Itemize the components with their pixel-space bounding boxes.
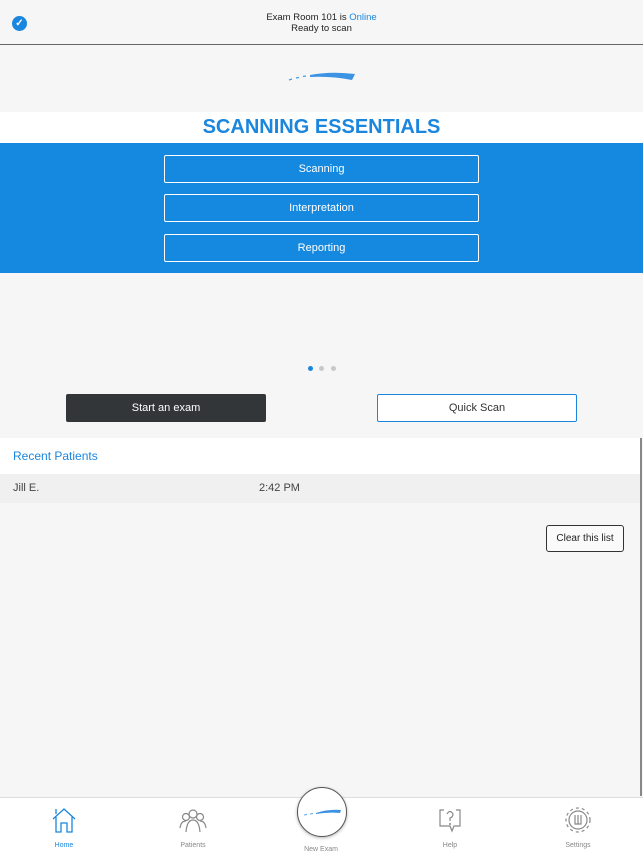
clear-list-button[interactable]: Clear this list (546, 525, 624, 552)
carousel-dot-1[interactable] (308, 366, 313, 371)
status-online: Online (349, 12, 377, 23)
table-row[interactable]: Jill E. 2:42 PM (0, 474, 640, 503)
start-exam-button[interactable]: Start an exam (66, 394, 266, 422)
tab-home[interactable]: Home (24, 806, 104, 849)
status-prefix: Exam Room 101 is (266, 12, 350, 23)
tab-label: Help (442, 842, 458, 849)
probe-wave-icon (303, 809, 341, 816)
tab-label: Home (54, 842, 74, 849)
patients-icon (179, 809, 207, 833)
connection-status: Exam Room 101 is Online Ready to scan (0, 12, 643, 34)
quick-scan-button[interactable]: Quick Scan (377, 394, 577, 422)
tab-label: New Exam (304, 846, 338, 853)
essentials-panel: Scanning Interpretation Reporting (0, 143, 643, 273)
new-exam-button[interactable] (297, 787, 347, 837)
tab-label: Settings (565, 842, 591, 849)
patient-time: 2:42 PM (259, 482, 300, 494)
scanning-button[interactable]: Scanning (164, 155, 479, 183)
recent-patients-heading: Recent Patients (0, 438, 640, 474)
patient-name: Jill E. (13, 482, 40, 494)
probe-wave-logo (288, 72, 355, 81)
essentials-title: SCANNING ESSENTIALS (0, 112, 643, 143)
status-header: ✓ Exam Room 101 is Online Ready to scan (0, 0, 643, 45)
tab-new-exam-label[interactable]: New Exam (281, 846, 361, 853)
tab-patients[interactable]: Patients (153, 806, 233, 849)
interpretation-button[interactable]: Interpretation (164, 194, 479, 222)
reporting-button[interactable]: Reporting (164, 234, 479, 262)
help-icon (439, 809, 461, 833)
carousel-dot-2[interactable] (319, 366, 324, 371)
tab-help[interactable]: Help (410, 806, 490, 849)
home-icon (52, 808, 76, 833)
tab-label: Patients (180, 842, 206, 849)
settings-gear-icon (565, 807, 591, 833)
tab-settings[interactable]: Settings (538, 806, 618, 849)
status-subtitle: Ready to scan (291, 23, 352, 34)
probe-banner (0, 45, 643, 112)
carousel-dot-3[interactable] (331, 366, 336, 371)
scrollbar[interactable] (640, 438, 642, 796)
